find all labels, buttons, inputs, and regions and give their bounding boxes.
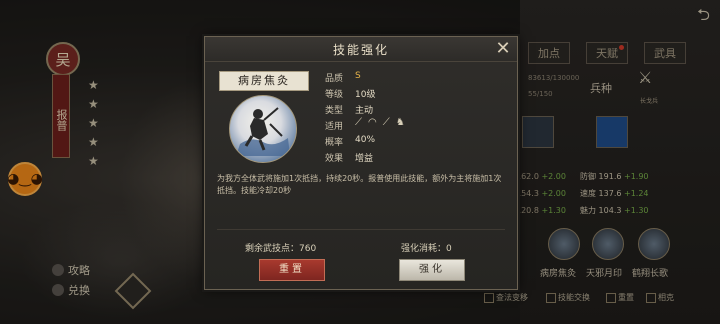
info-row-applicable: 适用	[325, 122, 344, 132]
skill-description: 为我方全体武将施加1次抵挡，持续20秒。报普使用此技能，额外为主将施加1次抵挡。…	[217, 174, 502, 195]
points-value: 760	[299, 244, 317, 254]
cavalry-icon: ♞	[395, 117, 405, 128]
enhance-cost: 强化消耗：0	[401, 241, 452, 254]
skill-enhance-dialog: 技能强化 ✕ 病房焦灸 品质 S 等级 10级 类型 主动 适用 ⟋ ◠ ⟋ ♞…	[204, 36, 518, 290]
dialog-title: 技能强化	[332, 43, 389, 57]
skill-portrait	[229, 95, 297, 163]
spear-icon: ⟋	[355, 117, 362, 128]
info-row-quality: 品质 S	[325, 71, 361, 84]
close-icon[interactable]: ✕	[493, 39, 513, 59]
bow-icon: ◠	[368, 117, 377, 128]
info-row-effect: 效果 增益	[325, 154, 374, 164]
info-row-level: 等级 10级	[325, 90, 376, 100]
warrior-silhouette-icon	[236, 107, 290, 156]
info-row-type: 类型 主动	[325, 106, 374, 116]
cost-label: 强化消耗：	[401, 244, 447, 254]
applicable-weapons: ⟋ ◠ ⟋ ♞	[355, 117, 405, 128]
skill-name: 病房焦灸	[219, 71, 309, 91]
remaining-skill-points: 剩余武技点：760	[245, 241, 316, 254]
divider	[217, 229, 505, 230]
dialog-header: 技能强化 ✕	[205, 37, 517, 62]
cost-value: 0	[446, 244, 452, 254]
reset-button[interactable]: 重置	[259, 259, 325, 281]
enhance-button[interactable]: 强化	[399, 259, 465, 281]
points-label: 剩余武技点：	[245, 244, 300, 254]
sword-icon: ⟋	[382, 117, 390, 128]
info-row-probability: 概率 40%	[325, 135, 376, 148]
